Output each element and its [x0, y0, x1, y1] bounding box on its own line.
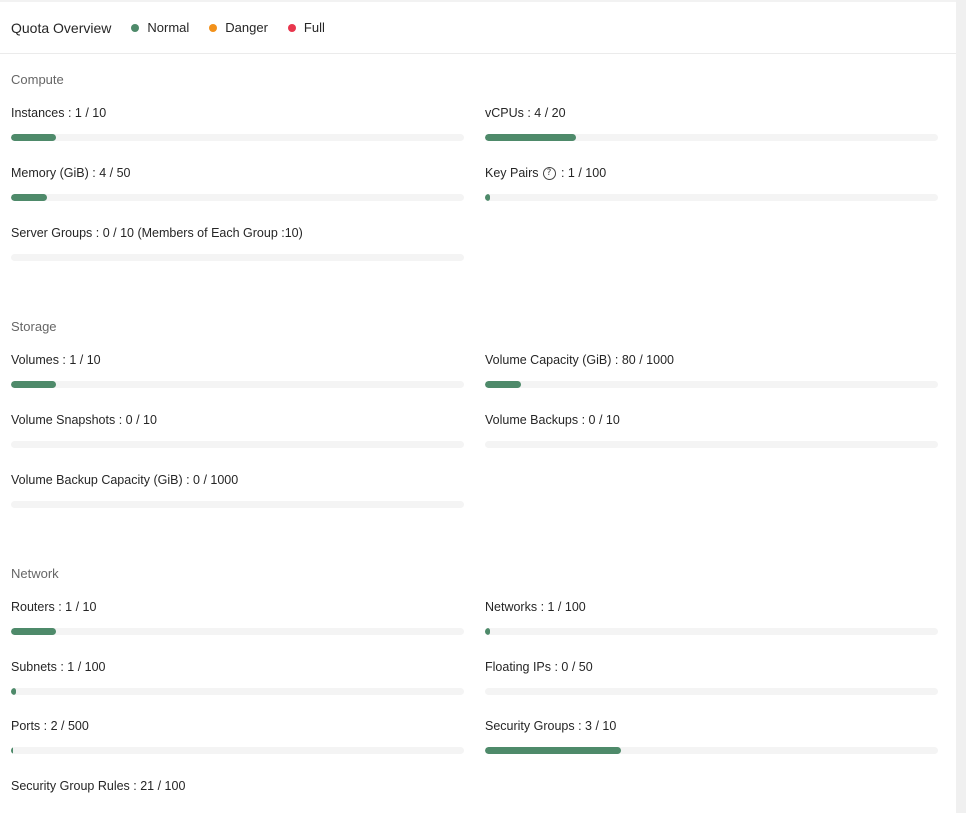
quota-progress-fill	[11, 747, 13, 754]
legend-normal: Normal	[131, 20, 189, 35]
storage-section-title: Storage	[11, 319, 57, 334]
quota-item-volume-backups: Volume Backups : 0 / 10	[485, 413, 938, 448]
quota-progress-bar	[485, 441, 938, 448]
quota-label: Volume Snapshots : 0 / 10	[11, 413, 157, 427]
quota-progress-fill	[485, 381, 522, 388]
danger-status-dot-icon	[209, 23, 218, 32]
key-pairs-label: Key Pairs	[485, 166, 539, 180]
legend-danger-label: Danger	[225, 20, 268, 35]
legend-full-label: Full	[303, 20, 325, 35]
quota-progress-fill	[485, 194, 490, 201]
quota-item-security-groups: Security Groups : 3 / 10	[485, 719, 938, 754]
quota-item-floating-ips: Floating IPs : 0 / 50	[485, 660, 938, 695]
quota-item-volume-backup-capacity: Volume Backup Capacity (GiB) : 0 / 1000	[11, 473, 464, 508]
quota-progress-bar	[485, 381, 938, 388]
quota-progress-bar	[485, 747, 938, 754]
quota-item-routers: Routers : 1 / 10	[11, 600, 464, 635]
legend-full: Full	[287, 20, 325, 35]
quota-label: Floating IPs : 0 / 50	[485, 660, 593, 674]
quota-progress-bar	[485, 688, 938, 695]
quota-item-networks: Networks : 1 / 100	[485, 600, 938, 635]
quota-label: Volume Capacity (GiB) : 80 / 1000	[485, 353, 674, 367]
quota-item-vcpus: vCPUs : 4 / 20	[485, 106, 938, 141]
quota-item-volume-capacity: Volume Capacity (GiB) : 80 / 1000	[485, 353, 938, 388]
quota-label: Security Groups : 3 / 10	[485, 719, 617, 733]
quota-progress-fill	[11, 381, 57, 388]
legend-normal-label: Normal	[147, 20, 190, 35]
quota-progress-bar	[485, 134, 938, 141]
quota-progress-fill	[485, 628, 490, 635]
quota-label: Volume Backups : 0 / 10	[485, 413, 620, 427]
quota-progress-fill	[11, 688, 16, 695]
quota-label: Ports : 2 / 500	[11, 719, 89, 733]
quota-label: Volumes : 1 / 10	[11, 353, 101, 367]
quota-progress-bar	[11, 501, 464, 508]
quota-progress-bar	[11, 381, 464, 388]
quota-progress-bar	[11, 441, 464, 448]
quota-progress-bar	[11, 688, 464, 695]
legend-danger: Danger	[209, 20, 268, 35]
quota-item-security-group-rules: Security Group Rules : 21 / 100	[11, 779, 464, 793]
quota-progress-bar	[11, 134, 464, 141]
quota-progress-bar	[485, 628, 938, 635]
key-pairs-value: : 1 / 100	[557, 166, 607, 180]
quota-progress-bar	[11, 628, 464, 635]
quota-label: Server Groups : 0 / 10 (Members of Each …	[11, 226, 303, 240]
quota-progress-bar	[485, 194, 938, 201]
storage-section: Storage Volumes : 1 / 10 Volume Capacity…	[11, 319, 938, 539]
quota-progress-fill	[11, 628, 57, 635]
quota-progress-fill	[485, 134, 576, 141]
network-section-title: Network	[11, 566, 59, 581]
compute-section-title: Compute	[11, 72, 64, 87]
network-section: Network Routers : 1 / 10 Networks : 1 / …	[11, 566, 938, 813]
quota-label: Memory (GiB) : 4 / 50	[11, 166, 131, 180]
quota-label: Subnets : 1 / 100	[11, 660, 106, 674]
question-circle-icon[interactable]: ?	[542, 166, 556, 180]
quota-item-key-pairs: Key Pairs ? : 1 / 100	[485, 166, 938, 201]
quota-item-volumes: Volumes : 1 / 10	[11, 353, 464, 388]
quota-label: Routers : 1 / 10	[11, 600, 97, 614]
quota-item-memory: Memory (GiB) : 4 / 50	[11, 166, 464, 201]
vertical-scrollbar[interactable]	[956, 0, 966, 813]
quota-item-instances: Instances : 1 / 10	[11, 106, 464, 141]
quota-label: Networks : 1 / 100	[485, 600, 586, 614]
normal-status-dot-icon	[131, 23, 140, 32]
quota-item-volume-snapshots: Volume Snapshots : 0 / 10	[11, 413, 464, 448]
full-status-dot-icon	[287, 23, 296, 32]
quota-progress-bar	[11, 194, 464, 201]
quota-overview-panel: Quota Overview Normal Danger Full Comput…	[0, 2, 956, 813]
quota-overview-title: Quota Overview	[11, 19, 112, 36]
quota-item-subnets: Subnets : 1 / 100	[11, 660, 464, 695]
quota-progress-bar	[11, 747, 464, 754]
compute-section: Compute Instances : 1 / 10 vCPUs : 4 / 2…	[11, 72, 938, 292]
quota-progress-fill	[11, 194, 48, 201]
quota-label: Volume Backup Capacity (GiB) : 0 / 1000	[11, 473, 239, 487]
quota-label: Instances : 1 / 10	[11, 106, 107, 120]
quota-label: Key Pairs ? : 1 / 100	[485, 166, 938, 180]
quota-progress-fill	[485, 747, 621, 754]
quota-item-ports: Ports : 2 / 500	[11, 719, 464, 754]
quota-label: vCPUs : 4 / 20	[485, 106, 566, 120]
quota-label: Security Group Rules : 21 / 100	[11, 779, 186, 793]
quota-progress-bar	[11, 254, 464, 261]
quota-item-server-groups: Server Groups : 0 / 10 (Members of Each …	[11, 226, 464, 261]
quota-progress-fill	[11, 134, 57, 141]
quota-header: Quota Overview Normal Danger Full	[0, 2, 956, 54]
